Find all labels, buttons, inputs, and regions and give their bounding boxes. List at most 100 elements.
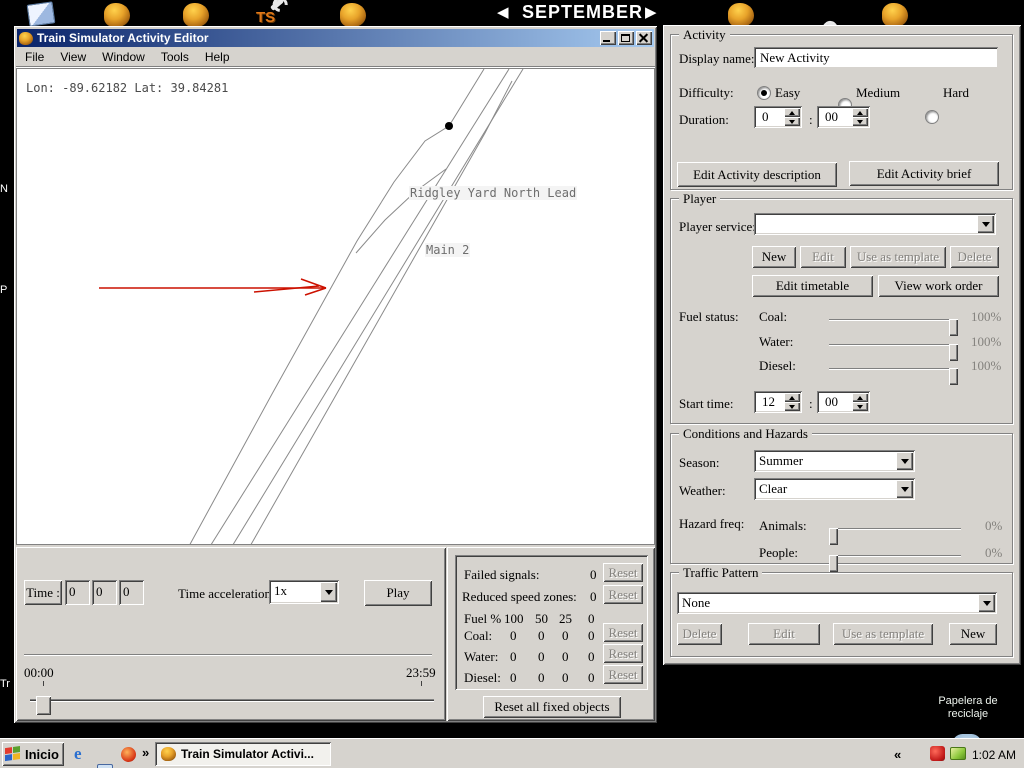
panel-divider	[24, 654, 432, 656]
antivirus-tray-icon[interactable]	[930, 746, 945, 761]
difficulty-easy-radio[interactable]	[758, 87, 770, 99]
gold-desktop-icon[interactable]	[183, 3, 209, 27]
menu-view[interactable]: View	[52, 49, 94, 65]
spin-up-button[interactable]	[852, 108, 868, 117]
show-desktop-quicklaunch-icon[interactable]	[97, 764, 113, 768]
menu-tools[interactable]: Tools	[153, 49, 197, 65]
view-work-order-label: View work order	[894, 278, 982, 294]
diesel-slider-thumb[interactable]	[949, 368, 958, 385]
player-delete-button[interactable]: Delete	[950, 246, 999, 268]
task-button-train-simulator[interactable]: Train Simulator Activi...	[155, 742, 331, 766]
time-slider-thumb[interactable]	[36, 688, 51, 715]
spin-down-button[interactable]	[852, 402, 868, 411]
gold-desktop-icon[interactable]	[104, 3, 130, 27]
coal-slider-thumb[interactable]	[949, 319, 958, 336]
reset-water-button[interactable]: Reset	[603, 644, 643, 663]
duration-hours-spinner[interactable]: 0	[754, 106, 802, 128]
animals-slider-track[interactable]	[829, 528, 961, 530]
time-minutes-box: 0	[92, 580, 117, 605]
recycle-bin-label[interactable]: Papelera de reciclaje	[930, 695, 1006, 721]
mail-desktop-icon[interactable]	[27, 1, 56, 26]
water-slider-track[interactable]	[829, 344, 957, 346]
spin-down-button[interactable]	[852, 117, 868, 126]
reset-label: Reset	[609, 587, 638, 603]
traffic-new-button[interactable]: New	[949, 623, 997, 645]
minimize-button[interactable]	[600, 31, 616, 45]
spin-down-button[interactable]	[784, 117, 800, 126]
time-acceleration-select[interactable]: 1x	[269, 580, 339, 604]
view-work-order-button[interactable]: View work order	[878, 275, 999, 297]
player-service-select[interactable]	[754, 213, 996, 235]
traffic-pattern-select[interactable]: None	[677, 592, 997, 614]
ts-tools-desktop-icon[interactable]: TS	[256, 2, 286, 26]
reset-diesel-button[interactable]: Reset	[603, 665, 643, 684]
water-slider-thumb[interactable]	[949, 344, 958, 361]
dropdown-button[interactable]	[896, 480, 913, 498]
traffic-delete-button[interactable]: Delete	[677, 623, 722, 645]
dropdown-button[interactable]	[977, 215, 994, 233]
play-button[interactable]: Play	[364, 580, 432, 606]
spin-up-button[interactable]	[784, 108, 800, 117]
slider-tick-right	[421, 681, 422, 686]
month-next-arrow-icon[interactable]: ▶	[645, 3, 657, 21]
start-button-label: Inicio	[25, 747, 59, 762]
start-button[interactable]: Inicio	[2, 742, 64, 766]
activity-editor-window: Train Simulator Activity Editor File Vie…	[14, 26, 657, 723]
gold-desktop-icon[interactable]	[728, 3, 754, 27]
spin-down-button[interactable]	[784, 402, 800, 411]
difficulty-hard-radio[interactable]	[926, 111, 938, 123]
edit-activity-description-button[interactable]: Edit Activity description	[677, 162, 837, 187]
display-name-input[interactable]: New Activity	[754, 47, 998, 68]
menu-file[interactable]: File	[17, 49, 52, 65]
weather-select[interactable]: Clear	[754, 478, 915, 500]
season-label: Season:	[679, 455, 719, 471]
coal-slider-track[interactable]	[829, 319, 957, 321]
quicklaunch-overflow-chevron[interactable]: »	[142, 745, 149, 760]
route-map-view[interactable]: Lon: -89.62182 Lat: 39.84281 Ridgley Yar…	[16, 68, 655, 545]
diesel-slider-track[interactable]	[829, 368, 957, 370]
season-select[interactable]: Summer	[754, 450, 915, 472]
dropdown-button[interactable]	[896, 452, 913, 470]
time-slider-track[interactable]	[30, 699, 434, 702]
reset-reduced-zones-button[interactable]: Reset	[603, 585, 643, 604]
display-settings-tray-icon[interactable]	[950, 747, 966, 760]
app-quicklaunch-icon[interactable]	[121, 747, 136, 762]
traffic-edit-button[interactable]: Edit	[748, 623, 820, 645]
people-slider-thumb[interactable]	[829, 555, 838, 572]
animals-slider-thumb[interactable]	[829, 528, 838, 545]
month-prev-arrow-icon[interactable]: ◀	[497, 3, 509, 21]
people-slider-track[interactable]	[829, 555, 961, 557]
chevron-down-icon	[325, 590, 333, 595]
traffic-use-as-template-button[interactable]: Use as template	[833, 623, 933, 645]
menu-window[interactable]: Window	[94, 49, 153, 65]
edit-timetable-button[interactable]: Edit timetable	[752, 275, 873, 297]
activity-group-label: Activity	[679, 27, 730, 43]
difficulty-label: Difficulty:	[679, 85, 734, 101]
tray-chevron[interactable]: «	[894, 747, 901, 762]
player-new-button[interactable]: New	[752, 246, 796, 268]
menu-help[interactable]: Help	[197, 49, 238, 65]
reset-failed-signals-button[interactable]: Reset	[603, 563, 643, 582]
start-minutes-spinner[interactable]: 00	[817, 391, 870, 413]
player-use-as-template-button[interactable]: Use as template	[850, 246, 946, 268]
traffic-group-label: Traffic Pattern	[679, 565, 762, 581]
reset-all-fixed-objects-button[interactable]: Reset all fixed objects	[483, 696, 621, 718]
player-edit-button[interactable]: Edit	[800, 246, 846, 268]
close-button[interactable]	[636, 31, 652, 45]
edit-activity-brief-button[interactable]: Edit Activity brief	[849, 161, 999, 186]
internet-explorer-quicklaunch-icon[interactable]: e	[74, 744, 92, 762]
gold-desktop-icon[interactable]	[882, 3, 908, 27]
duration-minutes-spinner[interactable]: 00	[817, 106, 870, 128]
dropdown-button[interactable]	[320, 582, 337, 602]
start-hours-spinner[interactable]: 12	[754, 391, 802, 413]
maximize-button[interactable]	[618, 31, 634, 45]
coal-slider-label: Coal:	[759, 309, 787, 325]
spin-up-button[interactable]	[852, 393, 868, 402]
wrench-icon	[270, 0, 284, 11]
window-titlebar[interactable]: Train Simulator Activity Editor	[17, 29, 654, 47]
dropdown-button[interactable]	[978, 594, 995, 612]
month-label: SEPTEMBER	[522, 2, 643, 23]
reset-coal-button[interactable]: Reset	[603, 623, 643, 642]
spin-up-button[interactable]	[784, 393, 800, 402]
gold-desktop-icon[interactable]	[340, 3, 366, 27]
